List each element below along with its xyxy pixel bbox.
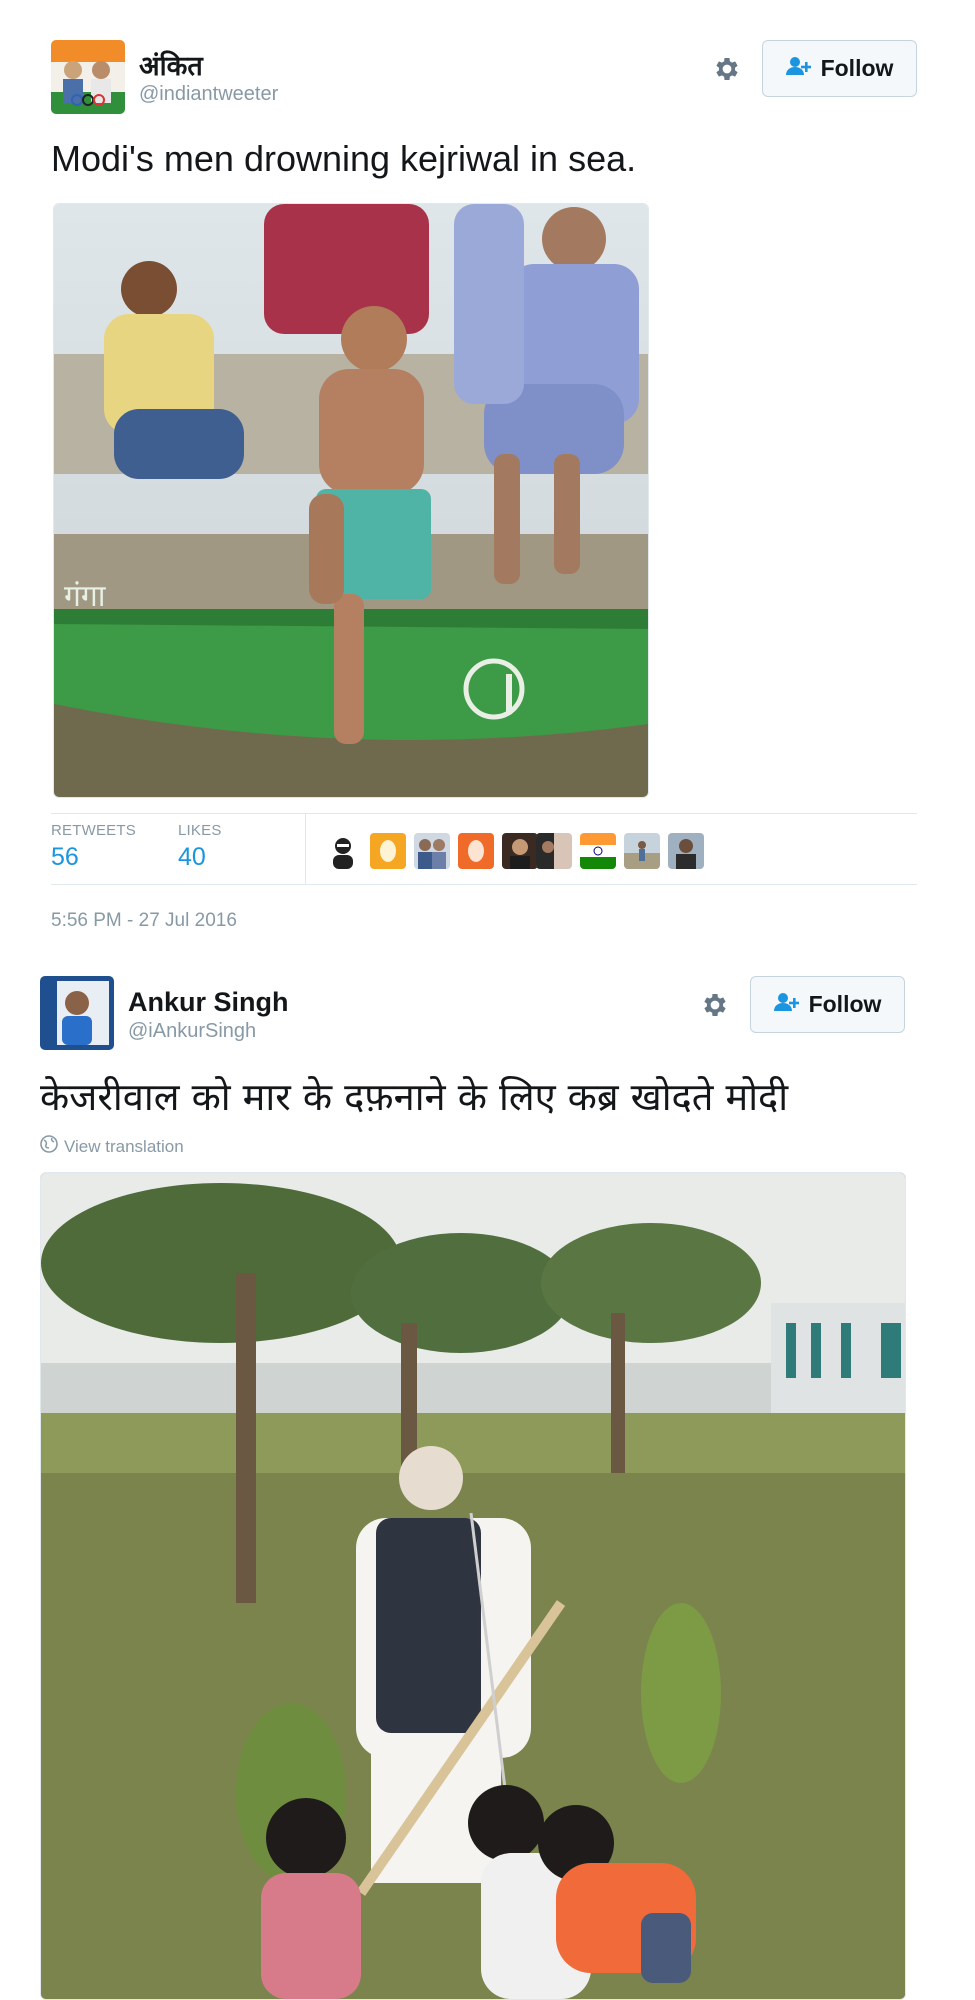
liker-avatar-6[interactable] (536, 833, 572, 869)
view-translation-link[interactable]: View translation (40, 1135, 184, 1158)
liker-avatar-5[interactable] (502, 833, 538, 869)
tweet-photo[interactable] (40, 1172, 906, 2000)
add-user-icon (785, 55, 812, 82)
user-handle[interactable]: @indiantweeter (139, 83, 278, 106)
stats-divider-top (51, 813, 917, 814)
retweets-stat[interactable]: RETWEETS 56 (51, 822, 136, 872)
user-handle[interactable]: @iAnkurSingh (128, 1020, 256, 1043)
follow-button[interactable]: Follow (750, 976, 905, 1033)
liker-avatar-3[interactable] (414, 833, 450, 869)
tweet-text: Modi's men drowning kejriwal in sea. (51, 138, 637, 179)
liker-avatar-2[interactable] (370, 833, 406, 869)
display-name[interactable]: Ankur Singh (128, 987, 289, 1018)
avatar-indiantweeter[interactable] (51, 40, 125, 114)
add-user-icon (773, 991, 800, 1018)
globe-icon (40, 1135, 58, 1158)
follow-button[interactable]: Follow (762, 40, 917, 97)
view-translation-label: View translation (64, 1136, 184, 1156)
tweet-timestamp[interactable]: 5:56 PM - 27 Jul 2016 (51, 910, 237, 932)
avatar-image (51, 40, 125, 114)
boat-lettering: गंगा (64, 579, 107, 614)
likes-label: LIKES (178, 822, 222, 839)
gear-icon[interactable] (700, 990, 730, 1020)
follow-label: Follow (808, 991, 882, 1017)
tweet-text: केजरीवाल को मार के दफ़नाने के लिए कब्र ख… (40, 1075, 789, 1119)
stats-divider-bottom (51, 884, 917, 885)
display-name[interactable]: अंकित (139, 46, 203, 83)
retweets-count: 56 (51, 843, 79, 871)
tweet-photo[interactable]: गंगा (53, 203, 649, 798)
gear-icon[interactable] (712, 54, 742, 84)
likes-count: 40 (178, 843, 206, 871)
liker-avatar-7-flag[interactable] (580, 833, 616, 869)
avatar-iankursingh[interactable] (40, 976, 114, 1050)
retweets-label: RETWEETS (51, 822, 136, 839)
tree-planting-image (41, 1173, 905, 1999)
liker-avatar-9[interactable] (668, 833, 704, 869)
follow-label: Follow (820, 55, 894, 81)
boat-scene-image: गंगा (54, 204, 648, 797)
liker-avatar-4[interactable] (458, 833, 494, 869)
stats-divider-vertical (305, 813, 306, 884)
avatar-image (40, 976, 114, 1050)
liker-avatar-1[interactable] (325, 833, 361, 869)
likes-stat[interactable]: LIKES 40 (178, 822, 222, 872)
liker-avatar-8[interactable] (624, 833, 660, 869)
